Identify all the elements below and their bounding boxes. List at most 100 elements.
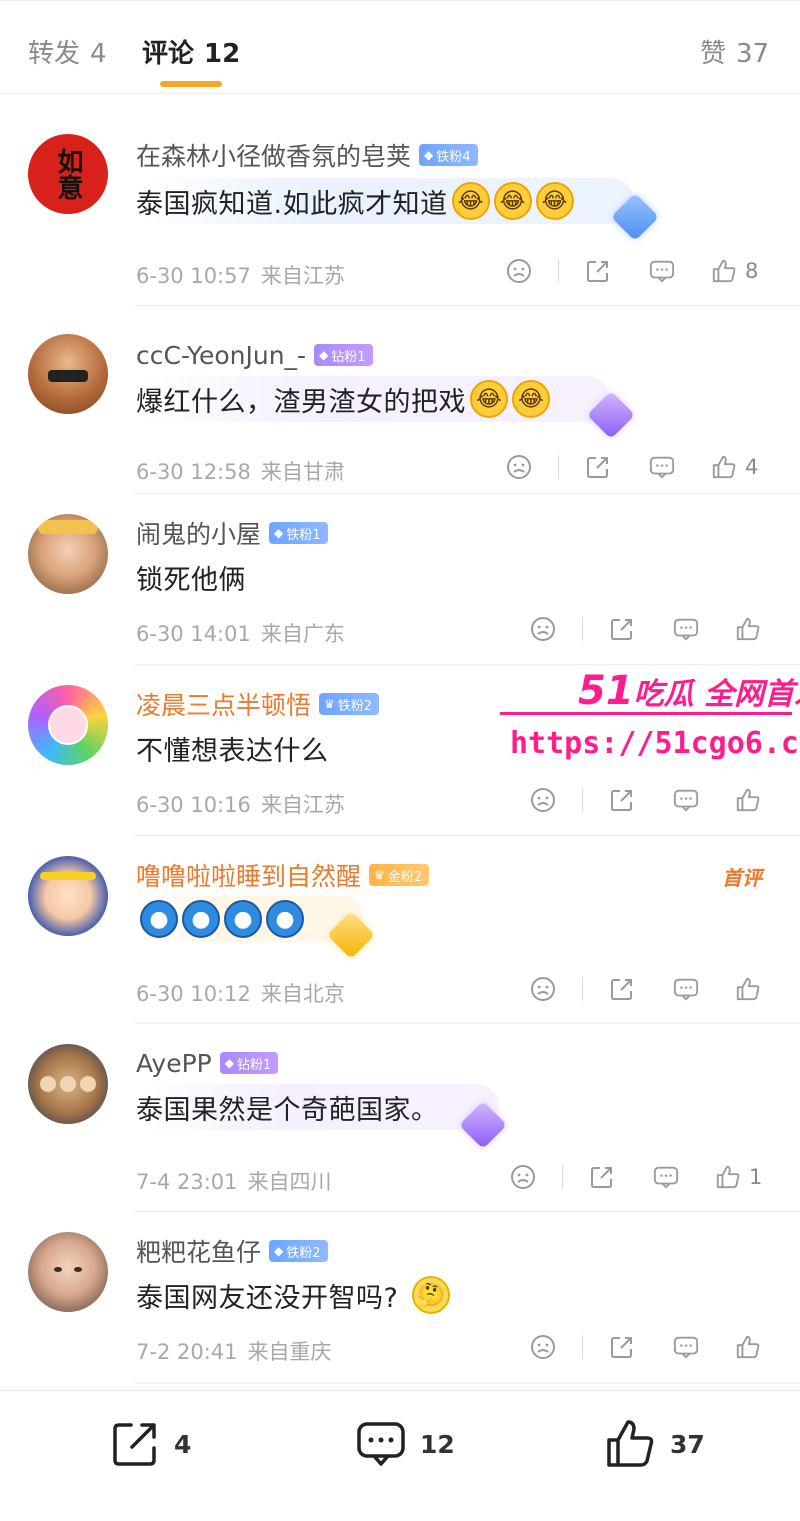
author-name[interactable]: 闹鬼的小屋 bbox=[136, 515, 261, 551]
comment-bubble: 泰国网友还没开智吗? 🤔 bbox=[136, 1272, 451, 1318]
comment-text: 泰国网友还没开智吗? bbox=[136, 1282, 399, 1314]
action-divider bbox=[558, 455, 559, 479]
avatar-characters bbox=[40, 1076, 96, 1092]
author-name[interactable]: 凌晨三点半顿悟 bbox=[136, 686, 311, 722]
author-name[interactable]: 粑粑花鱼仔 bbox=[136, 1233, 261, 1269]
tab-repost[interactable]: 转发 4 bbox=[28, 33, 107, 70]
dislike-icon[interactable] bbox=[510, 1164, 536, 1190]
avatar[interactable]: 如意 bbox=[28, 134, 108, 214]
comment-icon[interactable] bbox=[649, 258, 675, 284]
like-count: 37 bbox=[670, 1429, 705, 1459]
fan-badge: ◆ 铁粉1 bbox=[269, 522, 328, 544]
comment-tabs: 转发 4 评论 12 赞 37 bbox=[0, 0, 800, 94]
gem-icon: ◆ bbox=[274, 1244, 284, 1258]
author-row: 噜噜啦啦睡到自然醒 ♛ 金粉2 bbox=[136, 857, 430, 893]
laugh-cry-emoji: 😂 bbox=[451, 182, 490, 220]
comment-text: 不懂想表达什么 bbox=[136, 735, 329, 767]
tab-comments[interactable]: 评论 12 bbox=[142, 33, 240, 70]
doraemon-emoji: ● bbox=[224, 900, 262, 938]
action-divider bbox=[582, 617, 583, 641]
repost-icon[interactable] bbox=[585, 258, 611, 284]
comment-icon[interactable] bbox=[649, 454, 675, 480]
comment-actions bbox=[530, 1334, 769, 1360]
fan-badge: ◆ 铁粉4 bbox=[419, 144, 478, 166]
comment-divider bbox=[135, 1383, 800, 1384]
dislike-icon[interactable] bbox=[530, 1334, 556, 1360]
doraemon-emoji: ● bbox=[140, 900, 178, 938]
like-icon[interactable] bbox=[735, 976, 761, 1002]
like-icon[interactable] bbox=[711, 258, 737, 284]
comment-location: 来自重庆 bbox=[247, 1340, 332, 1364]
comment-item: 粑粑花鱼仔 ◆ 铁粉2 泰国网友还没开智吗? 🤔 7-2 20:41 来自重庆 bbox=[0, 1212, 800, 1384]
repost-icon[interactable] bbox=[609, 976, 635, 1002]
gem-icon: ◆ bbox=[274, 526, 284, 540]
author-name[interactable]: ccC-YeonJun_- bbox=[136, 341, 306, 370]
comment-time: 6-30 10:57 bbox=[136, 264, 251, 288]
crown-icon: ♛ bbox=[374, 868, 385, 882]
action-divider bbox=[582, 1335, 583, 1359]
avatar[interactable] bbox=[28, 1044, 108, 1124]
avatar[interactable] bbox=[28, 685, 108, 765]
comment-icon[interactable] bbox=[673, 616, 699, 642]
comment-location: 来自北京 bbox=[260, 982, 345, 1006]
comment-time: 6-30 10:16 bbox=[136, 793, 251, 817]
repost-icon[interactable] bbox=[609, 616, 635, 642]
comment-location: 来自广东 bbox=[260, 622, 345, 646]
fan-badge-label: 铁粉2 bbox=[337, 698, 373, 714]
dislike-icon[interactable] bbox=[506, 454, 532, 480]
watermark-number: 51 bbox=[578, 668, 634, 714]
comment-time: 6-30 14:01 bbox=[136, 622, 251, 646]
comment-text: 锁死他俩 bbox=[136, 564, 246, 596]
comment-actions bbox=[530, 976, 769, 1002]
avatar[interactable] bbox=[28, 1232, 108, 1312]
dislike-icon[interactable] bbox=[530, 616, 556, 642]
action-divider bbox=[582, 788, 583, 812]
like-icon[interactable] bbox=[735, 787, 761, 813]
comment-bubble: 锁死他俩 bbox=[136, 554, 246, 600]
like-icon[interactable] bbox=[715, 1164, 741, 1190]
comment-item: ccC-YeonJun_- ◆ 钻粉1 爆红什么，渣男渣女的把戏 😂 😂 6-30… bbox=[0, 306, 800, 494]
tab-likes[interactable]: 赞 37 bbox=[700, 33, 769, 70]
avatar[interactable] bbox=[28, 514, 108, 594]
repost-icon[interactable] bbox=[585, 454, 611, 480]
author-row: 在森林小径做香氛的皂荚 ◆ 铁粉4 bbox=[136, 137, 478, 173]
author-name[interactable]: 噜噜啦啦睡到自然醒 bbox=[136, 857, 361, 893]
avatar[interactable] bbox=[28, 856, 108, 936]
repost-icon[interactable] bbox=[609, 1334, 635, 1360]
comment-icon[interactable] bbox=[673, 787, 699, 813]
fan-badge: ♛ 金粉2 bbox=[369, 864, 430, 886]
comment-bubble: 不懂想表达什么 bbox=[136, 725, 329, 771]
bottom-repost-button[interactable]: 4 bbox=[110, 1419, 191, 1469]
avatar[interactable] bbox=[28, 334, 108, 414]
author-name[interactable]: AyePP bbox=[136, 1049, 212, 1078]
comment-item: 如意 在森林小径做香氛的皂荚 ◆ 铁粉4 泰国疯知道.如此疯才知道 😂 😂 😂 6… bbox=[0, 98, 800, 306]
comment-meta: 7-4 23:01 来自四川 bbox=[136, 1166, 332, 1196]
action-divider bbox=[562, 1165, 563, 1189]
dislike-icon[interactable] bbox=[530, 976, 556, 1002]
author-row: 凌晨三点半顿悟 ♛ 铁粉2 bbox=[136, 686, 380, 722]
bottom-like-button[interactable]: 37 bbox=[604, 1419, 705, 1469]
comment-icon[interactable] bbox=[653, 1164, 679, 1190]
bottom-comment-button[interactable]: 12 bbox=[356, 1419, 455, 1469]
avatar-crown bbox=[38, 520, 98, 534]
author-row: ccC-YeonJun_- ◆ 钻粉1 bbox=[136, 340, 373, 370]
like-icon[interactable] bbox=[735, 1334, 761, 1360]
comment-bubble: 爆红什么，渣男渣女的把戏 😂 😂 bbox=[136, 376, 610, 422]
laugh-cry-emoji: 😂 bbox=[470, 380, 508, 418]
comment-time: 6-30 12:58 bbox=[136, 460, 251, 484]
comment-meta: 6-30 12:58 来自甘肃 bbox=[136, 456, 345, 486]
like-count: 1 bbox=[749, 1165, 763, 1189]
dislike-icon[interactable] bbox=[506, 258, 532, 284]
author-name[interactable]: 在森林小径做香氛的皂荚 bbox=[136, 137, 411, 173]
repost-icon[interactable] bbox=[609, 787, 635, 813]
repost-icon[interactable] bbox=[589, 1164, 615, 1190]
avatar-headband bbox=[40, 872, 96, 880]
comment-icon[interactable] bbox=[673, 1334, 699, 1360]
dislike-icon[interactable] bbox=[530, 787, 556, 813]
like-icon[interactable] bbox=[735, 616, 761, 642]
comment-icon[interactable] bbox=[673, 976, 699, 1002]
comment-bubble: 泰国果然是个奇葩国家。 bbox=[136, 1084, 499, 1130]
like-icon[interactable] bbox=[711, 454, 737, 480]
comment-item: AyePP ◆ 钻粉1 泰国果然是个奇葩国家。 7-4 23:01 来自四川 1 bbox=[0, 1024, 800, 1212]
comment-meta: 6-30 10:57 来自江苏 bbox=[136, 260, 345, 290]
